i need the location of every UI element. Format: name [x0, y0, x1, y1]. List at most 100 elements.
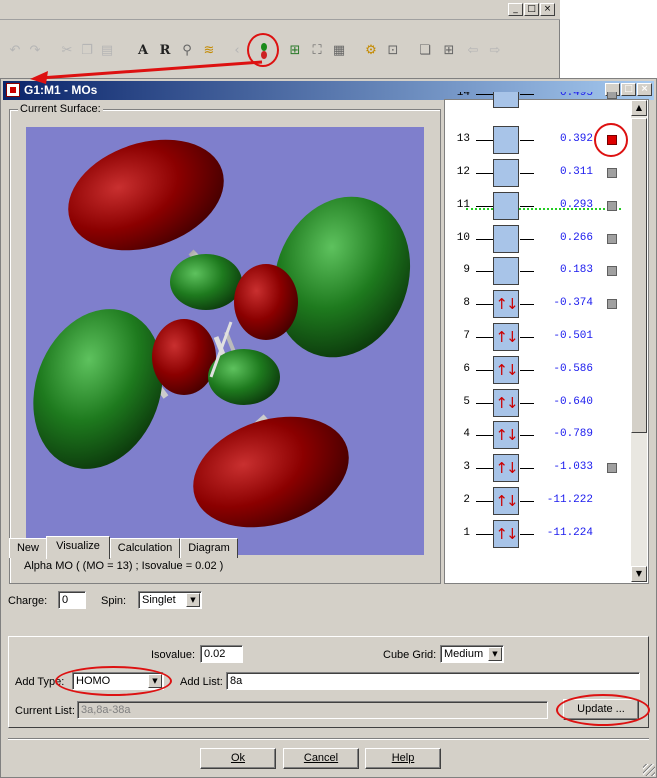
orbital-surface-checkbox[interactable] — [607, 201, 617, 211]
orbital-row[interactable]: 7 ↑↓ -0.501 — [448, 323, 628, 351]
occupied-orbital-box[interactable]: ↑↓ — [493, 487, 519, 515]
orbital-render — [33, 139, 411, 528]
orbital-energy: -0.501 — [553, 330, 593, 342]
diagram-scrollbar[interactable]: ▲ ▼ — [631, 100, 647, 582]
virtual-orbital-box[interactable] — [493, 192, 519, 220]
isovalue-input[interactable]: 0.02 — [200, 645, 243, 663]
mo-editor-icon[interactable] — [255, 42, 273, 60]
orbital-row[interactable]: 2 ↑↓ -11.222 — [448, 487, 628, 515]
occupied-orbital-box[interactable]: ↑↓ — [493, 356, 519, 384]
orbital-number: 9 — [463, 264, 470, 276]
grid-icon[interactable]: ⊞ — [440, 42, 458, 60]
orbital-surface-checkbox[interactable] — [607, 168, 617, 178]
cut-icon[interactable]: ✂ — [58, 42, 76, 60]
charge-input[interactable]: 0 — [58, 591, 86, 609]
orbital-row[interactable]: 4 ↑↓ -0.789 — [448, 421, 628, 449]
orbital-surface-checkbox[interactable] — [607, 266, 617, 276]
redo-icon[interactable]: ↷ — [26, 42, 44, 60]
back-icon[interactable]: ⇦ — [464, 42, 482, 60]
properties-icon[interactable]: ▦ — [330, 42, 348, 60]
occupied-orbital-box[interactable]: ↑↓ — [493, 323, 519, 351]
current-list-field: 3a,8a-38a — [77, 701, 548, 719]
cancel-button-label: Cancel — [303, 752, 339, 764]
database-icon[interactable]: ⚙ — [362, 42, 380, 60]
orbital-row[interactable]: 10 0.266 — [448, 225, 628, 253]
bond-icon[interactable]: ⚲ — [178, 42, 196, 60]
orbital-row[interactable]: 3 ↑↓ -1.033 — [448, 454, 628, 482]
scrollbar-thumb[interactable] — [631, 118, 647, 433]
ok-button[interactable]: Ok — [200, 748, 276, 769]
undo-icon[interactable]: ↶ — [6, 42, 24, 60]
orbital-level-line — [476, 239, 493, 240]
occupied-orbital-box[interactable]: ↑↓ — [493, 389, 519, 417]
virtual-orbital-box[interactable] — [493, 92, 519, 108]
orbital-row[interactable]: 13 0.392 — [448, 126, 628, 154]
tab-visualize[interactable]: Visualize — [46, 536, 110, 559]
virtual-orbital-box[interactable] — [493, 126, 519, 154]
tab-calculation[interactable]: Calculation — [110, 538, 180, 558]
orbital-lobe-red — [68, 139, 224, 251]
orbital-number: 4 — [463, 428, 470, 440]
spin-label: Spin: — [101, 595, 127, 607]
arrow-left-icon[interactable]: ‹ — [228, 42, 246, 60]
forward-icon[interactable]: ⇨ — [486, 42, 504, 60]
orbital-level-line — [476, 435, 493, 436]
ring-icon[interactable]: R — [156, 42, 174, 60]
tab-diagram[interactable]: Diagram — [180, 538, 238, 558]
scroll-up-icon[interactable]: ▲ — [631, 100, 647, 116]
orbital-row[interactable]: 12 0.311 — [448, 159, 628, 187]
orbital-row[interactable]: 8 ↑↓ -0.374 — [448, 290, 628, 318]
occupied-orbital-box[interactable]: ↑↓ — [493, 421, 519, 449]
orbital-level-line — [476, 501, 493, 502]
add-list-input[interactable]: 8a — [226, 672, 640, 690]
orbital-row[interactable]: 14 0.495 — [448, 92, 628, 110]
virtual-orbital-box[interactable] — [493, 225, 519, 253]
orbital-row[interactable]: 11 0.293 — [448, 192, 628, 220]
orbital-level-line — [476, 94, 493, 95]
parent-maximize-button[interactable]: □ — [524, 3, 539, 16]
chevron-down-icon[interactable]: ▼ — [488, 647, 502, 661]
orbital-row[interactable]: 1 ↑↓ -11.224 — [448, 520, 628, 548]
add-fragment-icon[interactable]: ⊞ — [286, 42, 304, 60]
orbital-surface-checkbox[interactable] — [607, 135, 617, 145]
occupied-orbital-box[interactable]: ↑↓ — [493, 454, 519, 482]
orbital-lobe-green — [33, 309, 163, 469]
spin-select[interactable]: Singlet ▼ — [138, 591, 202, 609]
parent-titlebar: _ □ × — [0, 0, 560, 20]
chevron-down-icon[interactable]: ▼ — [186, 593, 200, 607]
virtual-orbital-box[interactable] — [493, 257, 519, 285]
virtual-orbital-box[interactable] — [493, 159, 519, 187]
cube-grid-select[interactable]: Medium ▼ — [440, 645, 504, 663]
electron-pair-icon: ↑↓ — [495, 295, 518, 313]
parent-minimize-button[interactable]: _ — [508, 3, 523, 16]
layers-icon[interactable]: ≋ — [200, 42, 218, 60]
update-button[interactable]: Update ... — [563, 699, 639, 720]
orbital-row[interactable]: 9 0.183 — [448, 257, 628, 285]
window-icon[interactable]: ❏ — [416, 42, 434, 60]
orbital-3d-view[interactable] — [26, 127, 424, 555]
scroll-down-icon[interactable]: ▼ — [631, 566, 647, 582]
cancel-button[interactable]: Cancel — [283, 748, 359, 769]
occupied-orbital-box[interactable]: ↑↓ — [493, 290, 519, 318]
orbital-row[interactable]: 6 ↑↓ -0.586 — [448, 356, 628, 384]
label-atoms-icon[interactable]: A — [134, 42, 152, 60]
inspect-icon[interactable]: ⊡ — [384, 42, 402, 60]
orbital-surface-checkbox[interactable] — [607, 92, 617, 99]
add-type-select[interactable]: HOMO ▼ — [72, 672, 164, 690]
copy-icon[interactable]: ❐ — [78, 42, 96, 60]
close-button[interactable]: × — [637, 83, 652, 96]
help-button[interactable]: Help — [365, 748, 441, 769]
zoom-fit-icon[interactable]: ⛶ — [308, 42, 326, 60]
orbital-energy: -0.374 — [553, 297, 593, 309]
occupied-orbital-box[interactable]: ↑↓ — [493, 520, 519, 548]
paste-icon[interactable]: ▤ — [98, 42, 116, 60]
orbital-row[interactable]: 5 ↑↓ -0.640 — [448, 389, 628, 417]
resize-grip-icon[interactable] — [643, 764, 655, 776]
parent-close-button[interactable]: × — [540, 3, 555, 16]
orbital-surface-checkbox[interactable] — [607, 299, 617, 309]
tab-new[interactable]: New — [9, 538, 47, 558]
electron-pair-icon: ↑↓ — [495, 426, 518, 444]
chevron-down-icon[interactable]: ▼ — [148, 674, 162, 688]
orbital-surface-checkbox[interactable] — [607, 463, 617, 473]
orbital-surface-checkbox[interactable] — [607, 234, 617, 244]
